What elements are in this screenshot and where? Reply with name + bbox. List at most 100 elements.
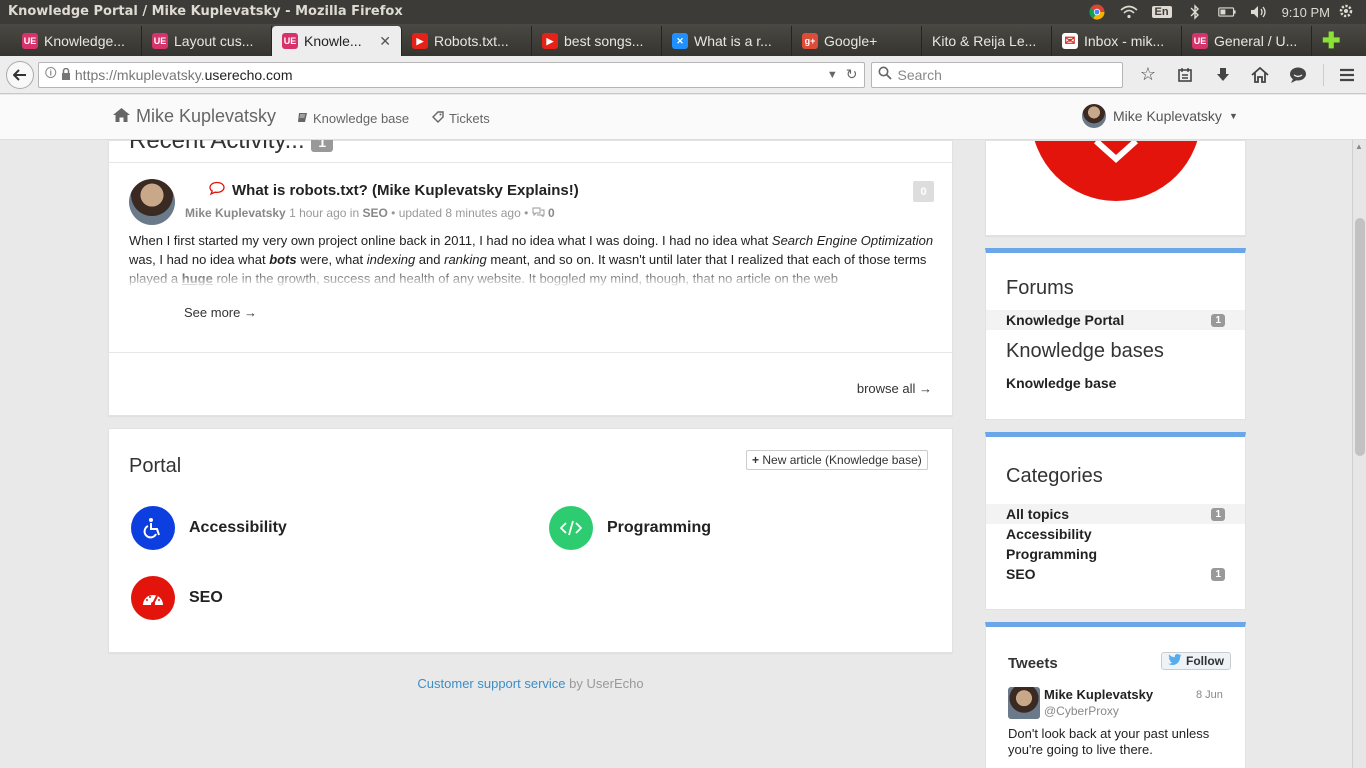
see-more-link[interactable]: See more → (184, 305, 257, 320)
excerpt-em: Search Engine Optimization (771, 233, 934, 248)
excerpt-strong: bots (269, 252, 297, 267)
tab-3[interactable]: ▶ Robots.txt... (402, 26, 532, 56)
tab-label[interactable]: General / U... (1214, 33, 1301, 49)
user-avatar[interactable] (1082, 104, 1106, 128)
site-header: Mike Kuplevatsky Knowledge base Tickets … (0, 95, 1366, 140)
chrome-icon[interactable] (1088, 4, 1106, 20)
category-label[interactable]: SEO (189, 589, 223, 607)
scrollbar-thumb[interactable] (1355, 218, 1365, 456)
page-scrollbar[interactable]: ▲ (1352, 140, 1366, 768)
sidebar-category-label[interactable]: All topics (1006, 506, 1069, 522)
tab-label[interactable]: What is a r... (694, 33, 781, 49)
download-icon[interactable] (1204, 67, 1241, 83)
sidebar-category-accessibility[interactable]: Accessibility (986, 524, 1245, 544)
nav-tickets-label[interactable]: Tickets (449, 111, 490, 126)
sidebar-category-label[interactable]: SEO (1006, 566, 1036, 582)
tab-9[interactable]: UE General / U... (1182, 26, 1312, 56)
browse-all-link[interactable]: browse all → (857, 381, 932, 396)
tab-5[interactable]: ✕ What is a r... (662, 26, 792, 56)
nav-tickets[interactable]: Tickets (432, 111, 490, 126)
volume-icon[interactable] (1250, 4, 1268, 20)
brand-name[interactable]: Mike Kuplevatsky (136, 106, 276, 127)
tab-label[interactable]: Google+ (824, 33, 911, 49)
vote-count[interactable]: 0 (913, 181, 934, 202)
menu-hamburger-icon[interactable] (1329, 68, 1366, 82)
caret-down-icon[interactable]: ▼ (1229, 111, 1238, 121)
post-title[interactable]: What is robots.txt? (Mike Kuplevatsky Ex… (209, 181, 579, 199)
tab-label[interactable]: Layout cus... (174, 33, 261, 49)
search-field[interactable]: Search (870, 61, 1124, 88)
tab-1[interactable]: UE Layout cus... (142, 26, 272, 56)
site-logo[interactable] (1031, 141, 1201, 201)
new-tab-plus-icon[interactable]: ✚ (1312, 26, 1350, 56)
bluetooth-icon[interactable] (1186, 4, 1204, 20)
excerpt-text: was, I had no idea what (129, 252, 270, 267)
author-avatar[interactable] (129, 179, 175, 225)
new-article-button[interactable]: + New article (Knowledge base) (746, 450, 928, 470)
tab-label[interactable]: Knowle... (304, 33, 373, 49)
tab-2[interactable]: UE Knowle... ✕ (272, 26, 402, 56)
footer-by: by UserEcho (569, 676, 644, 691)
padlock-icon (61, 67, 71, 83)
keyboard-language-indicator[interactable]: En (1151, 6, 1172, 18)
category-programming[interactable]: Programming (549, 506, 711, 550)
tab-label[interactable]: Inbox - mik... (1084, 33, 1171, 49)
tab-6[interactable]: g+ Google+ (792, 26, 922, 56)
post-category[interactable]: SEO (362, 206, 387, 220)
navigation-toolbar: 🛈 https://mkuplevatsky. userecho.com ▼ ↻ … (0, 56, 1366, 94)
user-name[interactable]: Mike Kuplevatsky (1113, 108, 1222, 124)
customer-support-link[interactable]: Customer support service (417, 676, 565, 691)
category-accessibility[interactable]: Accessibility (131, 506, 287, 550)
forum-label[interactable]: Knowledge Portal (1006, 312, 1124, 328)
sidebar-category-programming[interactable]: Programming (986, 544, 1245, 564)
category-label[interactable]: Accessibility (189, 519, 287, 537)
reading-list-icon[interactable] (1167, 67, 1204, 83)
tweet-author-avatar[interactable] (1008, 687, 1040, 719)
kb-item[interactable]: Knowledge base (986, 373, 1245, 393)
scroll-up-icon[interactable]: ▲ (1355, 142, 1363, 151)
tab-label[interactable]: best songs... (564, 33, 651, 49)
history-dropdown-icon[interactable]: ▼ (827, 69, 838, 81)
tab-8[interactable]: ✉ Inbox - mik... (1052, 26, 1182, 56)
battery-icon[interactable] (1217, 4, 1236, 20)
sidebar-category-all[interactable]: All topics 1 (986, 504, 1245, 524)
hello-chat-icon[interactable] (1279, 67, 1316, 83)
power-gear-icon[interactable] (1338, 3, 1354, 22)
home-icon[interactable] (1242, 66, 1279, 83)
back-arrow-icon[interactable] (6, 60, 34, 89)
category-seo[interactable]: SEO (131, 576, 223, 620)
close-tab-icon[interactable]: ✕ (379, 33, 391, 50)
tab-label[interactable]: Robots.txt... (434, 33, 521, 49)
wifi-icon[interactable] (1119, 4, 1138, 20)
reload-icon[interactable]: ↻ (846, 66, 858, 83)
tab-7[interactable]: Kito & Reija Le... (922, 26, 1052, 56)
forum-item[interactable]: Knowledge Portal 1 (986, 310, 1245, 330)
tab-4[interactable]: ▶ best songs... (532, 26, 662, 56)
kb-label[interactable]: Knowledge base (1006, 375, 1116, 391)
sidebar-category-label[interactable]: Accessibility (1006, 526, 1092, 542)
url-bar[interactable]: 🛈 https://mkuplevatsky. userecho.com ▼ ↻ (37, 61, 865, 88)
forums-title: Forums (1006, 277, 1074, 299)
nav-kb-label[interactable]: Knowledge base (313, 111, 409, 126)
info-icon[interactable]: 🛈 (45, 64, 57, 85)
tweet-date[interactable]: 8 Jun (1196, 689, 1223, 701)
system-tray: En 9:10 PM (1088, 0, 1366, 24)
category-label[interactable]: Programming (607, 519, 711, 537)
tab-0[interactable]: UE Knowledge... (12, 26, 142, 56)
wheelchair-icon (131, 506, 175, 550)
clock[interactable]: 9:10 PM (1282, 5, 1330, 20)
post-title-text[interactable]: What is robots.txt? (Mike Kuplevatsky Ex… (232, 182, 579, 199)
post-time: 1 hour ago in (289, 206, 360, 220)
brand-link[interactable]: Mike Kuplevatsky (113, 106, 276, 127)
user-menu[interactable]: Mike Kuplevatsky ▼ (1082, 104, 1238, 128)
tweet-author-name[interactable]: Mike Kuplevatsky (1044, 687, 1153, 702)
tab-label[interactable]: Knowledge... (44, 33, 131, 49)
tweet-handle[interactable]: @CyberProxy (1044, 704, 1119, 718)
sidebar-category-label[interactable]: Programming (1006, 546, 1097, 562)
bookmark-star-icon[interactable]: ☆ (1129, 64, 1166, 85)
post-author[interactable]: Mike Kuplevatsky (185, 206, 286, 220)
tab-label[interactable]: Kito & Reija Le... (932, 33, 1041, 49)
sidebar-category-seo[interactable]: SEO 1 (986, 564, 1245, 584)
nav-knowledge-base[interactable]: Knowledge base (297, 111, 409, 126)
twitter-follow-button[interactable]: Follow (1161, 652, 1231, 670)
